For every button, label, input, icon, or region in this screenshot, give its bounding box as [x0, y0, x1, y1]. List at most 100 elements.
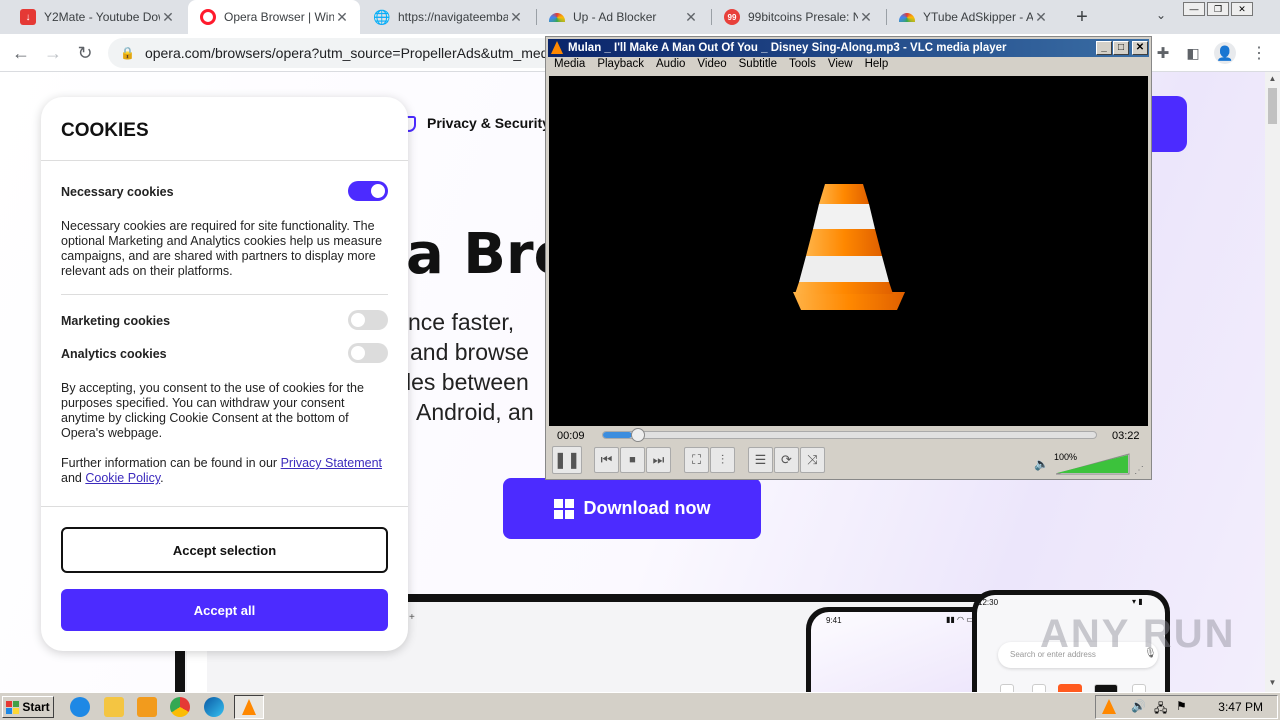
- vlc-menu-audio[interactable]: Audio: [650, 58, 691, 75]
- accept-all-button[interactable]: Accept all: [61, 589, 388, 631]
- analytics-cookies-toggle[interactable]: [348, 343, 388, 363]
- new-tab-button[interactable]: +: [1070, 6, 1094, 28]
- tab-title: Y2Mate - Youtube Downloader: [44, 10, 160, 24]
- vlc-extended-settings-button[interactable]: ⫶: [710, 447, 735, 473]
- vlc-menu-help[interactable]: Help: [859, 58, 895, 75]
- vlc-menu-playback[interactable]: Playback: [591, 58, 650, 75]
- privacy-security-nav[interactable]: Privacy & Security: [427, 115, 550, 131]
- tab-99bitcoins[interactable]: 99 99bitcoins Presale: Now Live ✕: [712, 0, 884, 34]
- vlc-menu-media[interactable]: Media: [548, 58, 591, 75]
- clock[interactable]: 3:47 PM: [1218, 700, 1263, 714]
- further-info-period: .: [160, 471, 164, 485]
- tab-opera[interactable]: Opera Browser | Windows, Mac ✕: [188, 0, 360, 34]
- flag-tray-icon[interactable]: ⚑: [1176, 699, 1187, 713]
- accept-selection-button[interactable]: Accept selection: [61, 527, 388, 573]
- close-icon[interactable]: ✕: [683, 9, 699, 26]
- globe-icon: 🌐: [373, 8, 391, 25]
- vlc-loop-button[interactable]: ⟳: [774, 447, 799, 473]
- vlc-next-button[interactable]: ⏭: [646, 447, 671, 473]
- internet-explorer-icon[interactable]: [70, 697, 90, 717]
- analytics-cookies-label: Analytics cookies: [61, 347, 167, 361]
- vlc-pause-button[interactable]: ❚❚: [552, 446, 582, 474]
- media-player-icon[interactable]: [137, 697, 157, 717]
- windows-flag-icon: [6, 700, 20, 714]
- tab-up-adblocker[interactable]: Up - Ad Blocker ✕: [537, 0, 709, 34]
- chrome-icon[interactable]: [170, 697, 190, 717]
- close-icon[interactable]: ✕: [858, 9, 874, 26]
- close-icon[interactable]: ✕: [160, 9, 176, 26]
- vlc-resize-grip-icon[interactable]: ⋰: [1134, 465, 1146, 477]
- cookie-consent-panel: COOKIES Necessary cookies Necessary cook…: [41, 97, 408, 651]
- tab-navigate[interactable]: 🌐 https://navigateembassy ✕: [362, 0, 534, 34]
- start-button[interactable]: Start: [2, 696, 54, 718]
- vlc-taskbar-button[interactable]: [234, 695, 264, 719]
- back-arrow-icon[interactable]: ←: [8, 40, 34, 66]
- side-panel-icon[interactable]: ◧: [1180, 40, 1206, 66]
- subheading-line-2: and browse: [410, 339, 529, 365]
- network-tray-icon[interactable]: 🖧: [1154, 699, 1167, 720]
- opera-icon: [200, 9, 216, 25]
- tab-search-chevron-icon[interactable]: ⌄: [1152, 8, 1170, 26]
- vlc-seek-fill: [603, 432, 633, 438]
- necessary-cookies-description: Necessary cookies are required for site …: [61, 219, 383, 278]
- vlc-window-title: Mulan _ I'll Make A Man Out Of You _ Dis…: [568, 42, 1007, 54]
- tab-y2mate[interactable]: ↓ Y2Mate - Youtube Downloader ✕: [8, 0, 186, 34]
- vlc-video-area[interactable]: [549, 76, 1148, 426]
- tab-title: Opera Browser | Windows, Mac: [224, 10, 334, 24]
- vlc-playlist-button[interactable]: ☰: [748, 447, 773, 473]
- cookie-policy-link[interactable]: Cookie Policy: [85, 471, 160, 485]
- vlc-close-icon[interactable]: ✕: [1132, 41, 1148, 55]
- tab-ytube-adskipper[interactable]: YTube AdSkipper - Ad-Free ✕: [887, 0, 1059, 34]
- file-explorer-icon[interactable]: [104, 697, 124, 717]
- extensions-icon[interactable]: ✚: [1150, 40, 1176, 66]
- tab-title: 99bitcoins Presale: Now Live: [748, 10, 858, 24]
- vlc-menu-tools[interactable]: Tools: [783, 58, 822, 75]
- close-icon[interactable]: ✕: [1033, 9, 1049, 26]
- vlc-menu-subtitle[interactable]: Subtitle: [733, 58, 783, 75]
- page-scrollbar[interactable]: ▲ ▼: [1265, 72, 1280, 692]
- privacy-statement-link[interactable]: Privacy Statement: [281, 456, 382, 470]
- phone-time: 12:30: [978, 598, 999, 607]
- minimize-icon[interactable]: —: [1183, 2, 1205, 16]
- volume-tray-icon[interactable]: 🔊: [1131, 699, 1146, 713]
- forward-arrow-icon[interactable]: →: [40, 40, 66, 66]
- necessary-cookies-label: Necessary cookies: [61, 185, 174, 199]
- vlc-maximize-icon[interactable]: □: [1113, 41, 1129, 55]
- vlc-shuffle-button[interactable]: ⤨: [800, 447, 825, 473]
- close-icon[interactable]: ✕: [334, 9, 350, 26]
- vlc-minimize-icon[interactable]: _: [1096, 41, 1112, 55]
- menu-dots-icon[interactable]: ⋮: [1246, 40, 1272, 66]
- y2mate-icon: ↓: [20, 9, 36, 25]
- vlc-title-bar[interactable]: Mulan _ I'll Make A Man Out Of You _ Dis…: [548, 39, 1149, 57]
- vlc-fullscreen-button[interactable]: ⛶: [684, 447, 709, 473]
- scroll-up-arrow-icon[interactable]: ▲: [1267, 74, 1278, 84]
- divider: [41, 506, 408, 507]
- vlc-previous-button[interactable]: ⏮: [594, 447, 619, 473]
- 99bitcoins-icon: 99: [724, 9, 740, 25]
- tab-title: https://navigateembassy: [398, 10, 508, 24]
- marketing-cookies-toggle[interactable]: [348, 310, 388, 330]
- url-text: opera.com/browsers/opera?utm_source=Prop…: [144, 45, 552, 61]
- vlc-seek-handle[interactable]: [631, 428, 646, 442]
- vlc-menu-view[interactable]: View: [822, 58, 859, 75]
- vlc-speaker-icon[interactable]: 🔈: [1034, 457, 1049, 471]
- edge-icon[interactable]: [204, 697, 224, 717]
- vlc-seek-bar[interactable]: [602, 428, 1097, 442]
- restore-icon[interactable]: ❐: [1207, 2, 1229, 16]
- lock-icon: 🔒: [120, 46, 135, 60]
- necessary-cookies-toggle[interactable]: [348, 181, 388, 201]
- reload-icon[interactable]: ↻: [72, 40, 98, 66]
- close-icon[interactable]: ✕: [508, 9, 524, 26]
- app-icon: [1032, 684, 1046, 692]
- vlc-menu-video[interactable]: Video: [691, 58, 732, 75]
- marketing-cookies-label: Marketing cookies: [61, 314, 171, 328]
- scroll-thumb[interactable]: [1268, 88, 1277, 124]
- download-now-button[interactable]: Download now: [503, 478, 761, 539]
- close-window-icon[interactable]: ✕: [1231, 2, 1253, 16]
- scroll-down-arrow-icon[interactable]: ▼: [1267, 678, 1278, 688]
- vlc-tray-icon[interactable]: [1102, 699, 1116, 714]
- vlc-time-elapsed: 00:09: [557, 430, 585, 442]
- vlc-stop-button[interactable]: ■: [620, 447, 645, 473]
- vlc-volume-slider[interactable]: [1056, 453, 1130, 475]
- profile-icon[interactable]: 👤: [1212, 40, 1238, 66]
